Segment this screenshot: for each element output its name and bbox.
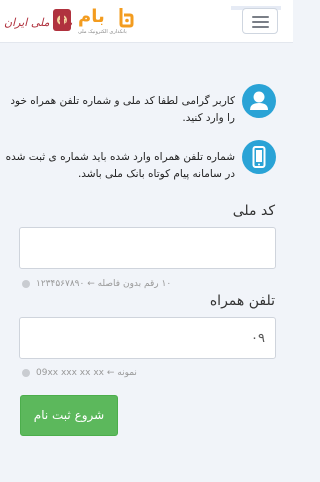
mobile-label: تلفن همراه [209,293,275,309]
start-registration-button[interactable]: شروع ثبت نام [20,395,118,436]
bank-logo-text: بانک ملی ایران [4,16,73,29]
info-icon [22,369,30,377]
national-code-label: کد ملی [232,203,275,219]
national-code-input[interactable] [19,227,276,269]
info-text-mobile: شماره تلفن همراه وارد شده باید شماره ی ث… [5,151,235,180]
menu-toggle-button[interactable] [242,8,278,34]
mobile-hint: نمونه ← 09xx xxx xx xx [22,368,252,378]
national-code-hint: ۱۰ رقم بدون فاصله ← ۱۲۳۴۵۶۷۸۹۰ [22,279,252,289]
info-icon [22,280,30,288]
mobile-hint-text: نمونه ← 09xx xxx xx xx [36,368,137,378]
top-header: بانک ملی ایران بام بانکداری الکترونیک مل… [0,0,293,43]
mobile-input[interactable] [19,317,276,359]
info-text-user: کاربر گرامی لطفا کد ملی و شماره تلفن همر… [10,95,235,124]
hamburger-bar [252,26,269,28]
bam-logo-text: بام [78,6,105,27]
bam-logo[interactable]: بام بانکداری الکترونیک ملی [78,6,134,36]
bam-logo-subtitle: بانکداری الکترونیک ملی [78,29,127,35]
hamburger-icon [252,16,269,18]
mobile-phone-icon [242,140,276,174]
national-code-hint-text: ۱۰ رقم بدون فاصله ← ۱۲۳۴۵۶۷۸۹۰ [36,279,172,289]
user-icon [242,84,276,118]
bank-melli-logo[interactable]: بانک ملی ایران [4,8,74,34]
bam-mark-icon [119,8,134,28]
hamburger-bar [252,21,269,23]
